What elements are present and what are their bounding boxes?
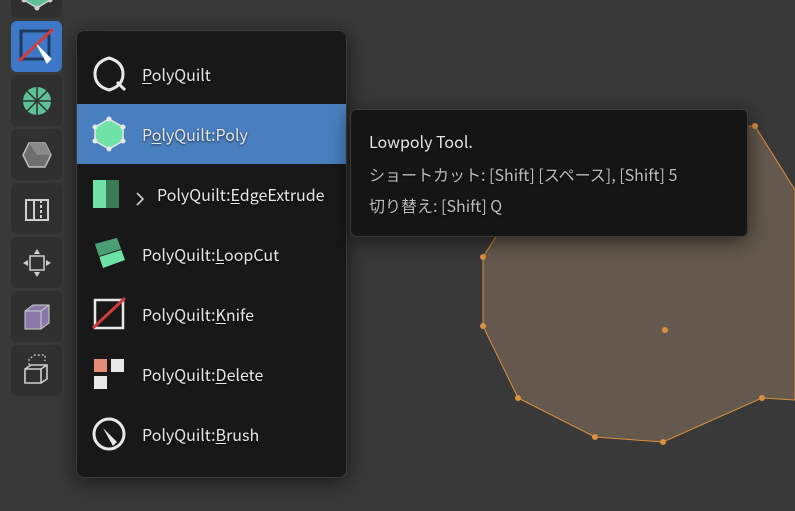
shrink-fatten-icon: [19, 245, 55, 281]
spin-icon: [19, 83, 55, 119]
tool-flyout: PolyQuilt PolyQuilt:Poly PolyQui: [76, 30, 347, 478]
tool-shrink-fatten[interactable]: [11, 237, 62, 288]
loopcut-icon: [89, 234, 129, 274]
flyout-label: PolyQuilt:EdgeExtrude: [157, 182, 325, 206]
tooltip-shortcut: ショートカット: [Shift] [スペース], [Shift] 5: [369, 159, 729, 190]
edge-slide-icon: [19, 191, 55, 227]
flyout-label: PolyQuilt:Knife: [142, 302, 254, 326]
tooltip-alt: 切り替え: [Shift] Q: [369, 190, 729, 221]
poly-icon: [89, 114, 129, 154]
flyout-label: PolyQuilt:Poly: [142, 122, 248, 146]
smooth-icon: [19, 137, 55, 173]
toolbar: [11, 0, 62, 396]
tool-smooth[interactable]: [11, 129, 62, 180]
flyout-item-loopcut[interactable]: PolyQuilt:LoopCut: [77, 224, 346, 284]
tool-poly[interactable]: [11, 0, 62, 18]
inset-icon: [19, 299, 55, 335]
tool-edge-slide[interactable]: [11, 183, 62, 234]
brush-icon: [89, 414, 129, 454]
tooltip: Lowpoly Tool. ショートカット: [Shift] [スペース], […: [350, 109, 748, 237]
polyquilt-icon: [89, 54, 129, 94]
knife-icon: [89, 294, 129, 334]
flyout-item-delete[interactable]: PolyQuilt:Delete: [77, 344, 346, 404]
flyout-item-edgeextrude[interactable]: PolyQuilt:EdgeExtrude: [77, 164, 346, 224]
tool-inset[interactable]: [11, 291, 62, 342]
flyout-label: PolyQuilt:Delete: [142, 362, 263, 386]
chevron-right-icon: [136, 187, 144, 201]
edgeextrude-icon: [89, 174, 129, 214]
flyout-item-knife[interactable]: PolyQuilt:Knife: [77, 284, 346, 344]
flyout-label: PolyQuilt:LoopCut: [142, 242, 279, 266]
tooltip-title: Lowpoly Tool.: [369, 126, 729, 157]
delete-icon: [89, 354, 129, 394]
polyquilt-tool-icon: [17, 27, 57, 67]
flyout-item-poly[interactable]: PolyQuilt:Poly: [77, 104, 346, 164]
tool-polyquilt[interactable]: [11, 21, 62, 72]
flyout-label: PolyQuilt:Brush: [142, 422, 259, 446]
tool-extrude[interactable]: [11, 345, 62, 396]
extrude-icon: [19, 353, 55, 389]
tool-spin[interactable]: [11, 75, 62, 126]
poly-shape-icon: [18, 0, 56, 12]
flyout-item-brush[interactable]: PolyQuilt:Brush: [77, 404, 346, 464]
flyout-label: PolyQuilt: [142, 62, 211, 86]
flyout-item-polyquilt[interactable]: PolyQuilt: [77, 44, 346, 104]
